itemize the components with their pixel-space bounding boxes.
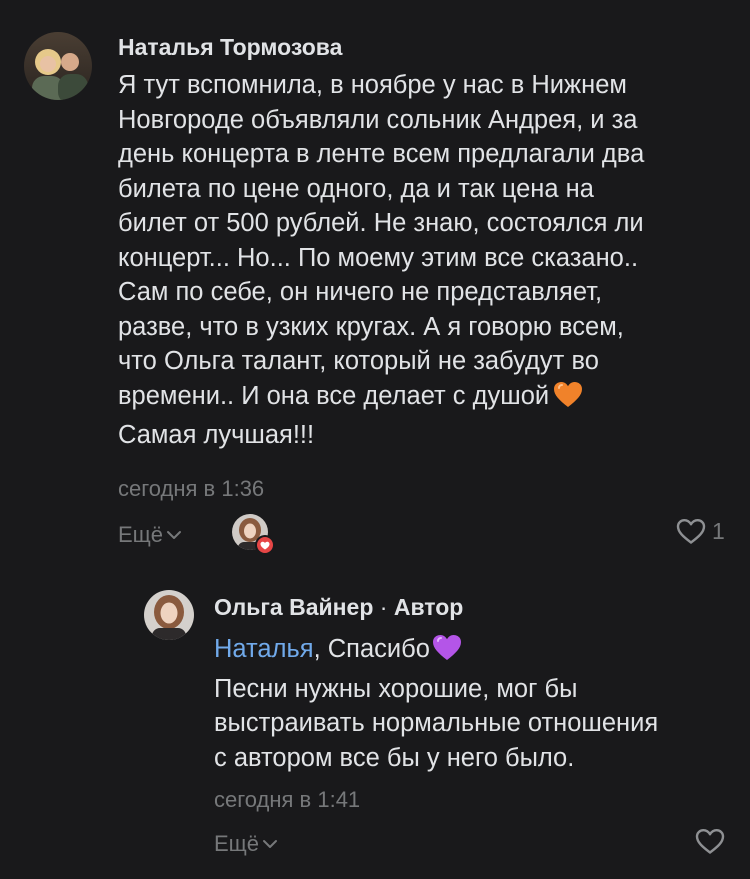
comment-line: разве, что в узких кругах. А я говорю вс… xyxy=(118,312,624,341)
comment-line: Я тут вспомнила, в ноябре у нас в Нижнем xyxy=(118,71,627,99)
reply-author-avatar[interactable] xyxy=(144,590,194,640)
comment-line: билета по цене одного, да и так цена на xyxy=(118,174,594,203)
comment-line: времени.. И она все делает с душой xyxy=(118,379,644,419)
orange-heart-emoji xyxy=(553,381,583,419)
purple-heart-emoji xyxy=(432,634,462,672)
comment-line: день концерта в ленте всем предлагали дв… xyxy=(118,140,645,168)
reply-author-name: Ольга Вайнер xyxy=(214,594,374,620)
like-button[interactable]: 1 xyxy=(676,518,725,545)
more-label: Ещё xyxy=(214,831,260,856)
reply-line: Песни нужны хорошие, мог бы xyxy=(214,674,578,703)
reply-more-button[interactable]: Ещё xyxy=(214,831,278,857)
comment-line: Сам по себе, он ничего не представляет, xyxy=(118,278,603,306)
chevron-down-icon xyxy=(167,531,182,539)
comment-line: что Ольга талант, который не забудут во xyxy=(118,347,599,375)
heart-outline-icon xyxy=(676,519,706,544)
reply-line: Наталья, Спасибо xyxy=(214,632,658,672)
comment-line: Самая лучшая!!! xyxy=(118,421,315,449)
comment-author[interactable]: Наталья Тормозова xyxy=(118,34,342,61)
reply-like-button[interactable] xyxy=(695,828,725,855)
comment-text: Я тут вспомнила, в ноябре у нас в Нижнем… xyxy=(118,68,644,453)
comment-line: билет от 500 рублей. Не знаю, состоялся … xyxy=(118,209,644,237)
commenter-avatar[interactable] xyxy=(24,32,92,100)
author-separator: · xyxy=(373,594,394,620)
liked-by-author-avatar[interactable] xyxy=(232,514,276,558)
reply-line: с автором все бы у него было. xyxy=(214,743,575,772)
comment-timestamp: сегодня в 1:36 xyxy=(118,476,265,501)
author-tag: Автор xyxy=(393,594,464,620)
reply-line-text: , Спасибо xyxy=(313,635,430,663)
comment-more-button[interactable]: Ещё xyxy=(118,522,182,548)
heart-outline-icon xyxy=(695,829,725,854)
like-count: 1 xyxy=(712,518,725,544)
chevron-down-icon xyxy=(263,840,278,848)
reply-line: выстраивать нормальные отношения xyxy=(214,709,659,737)
reply-mention-link[interactable]: Наталья xyxy=(214,635,314,663)
reply-author[interactable]: Ольга Вайнер · Автор xyxy=(214,594,463,621)
reply-text: Наталья, Спасибо Песни нужны хорошие, мо… xyxy=(214,632,658,775)
comment-line-text: времени.. И она все делает с душой xyxy=(118,381,550,410)
more-label: Ещё xyxy=(118,522,164,547)
comment-line: Новгороде объявляли сольник Андрея, и за xyxy=(118,105,638,134)
comment-line: концерт... Но... По моему этим все сказа… xyxy=(118,243,639,272)
reply-timestamp: сегодня в 1:41 xyxy=(214,787,361,812)
